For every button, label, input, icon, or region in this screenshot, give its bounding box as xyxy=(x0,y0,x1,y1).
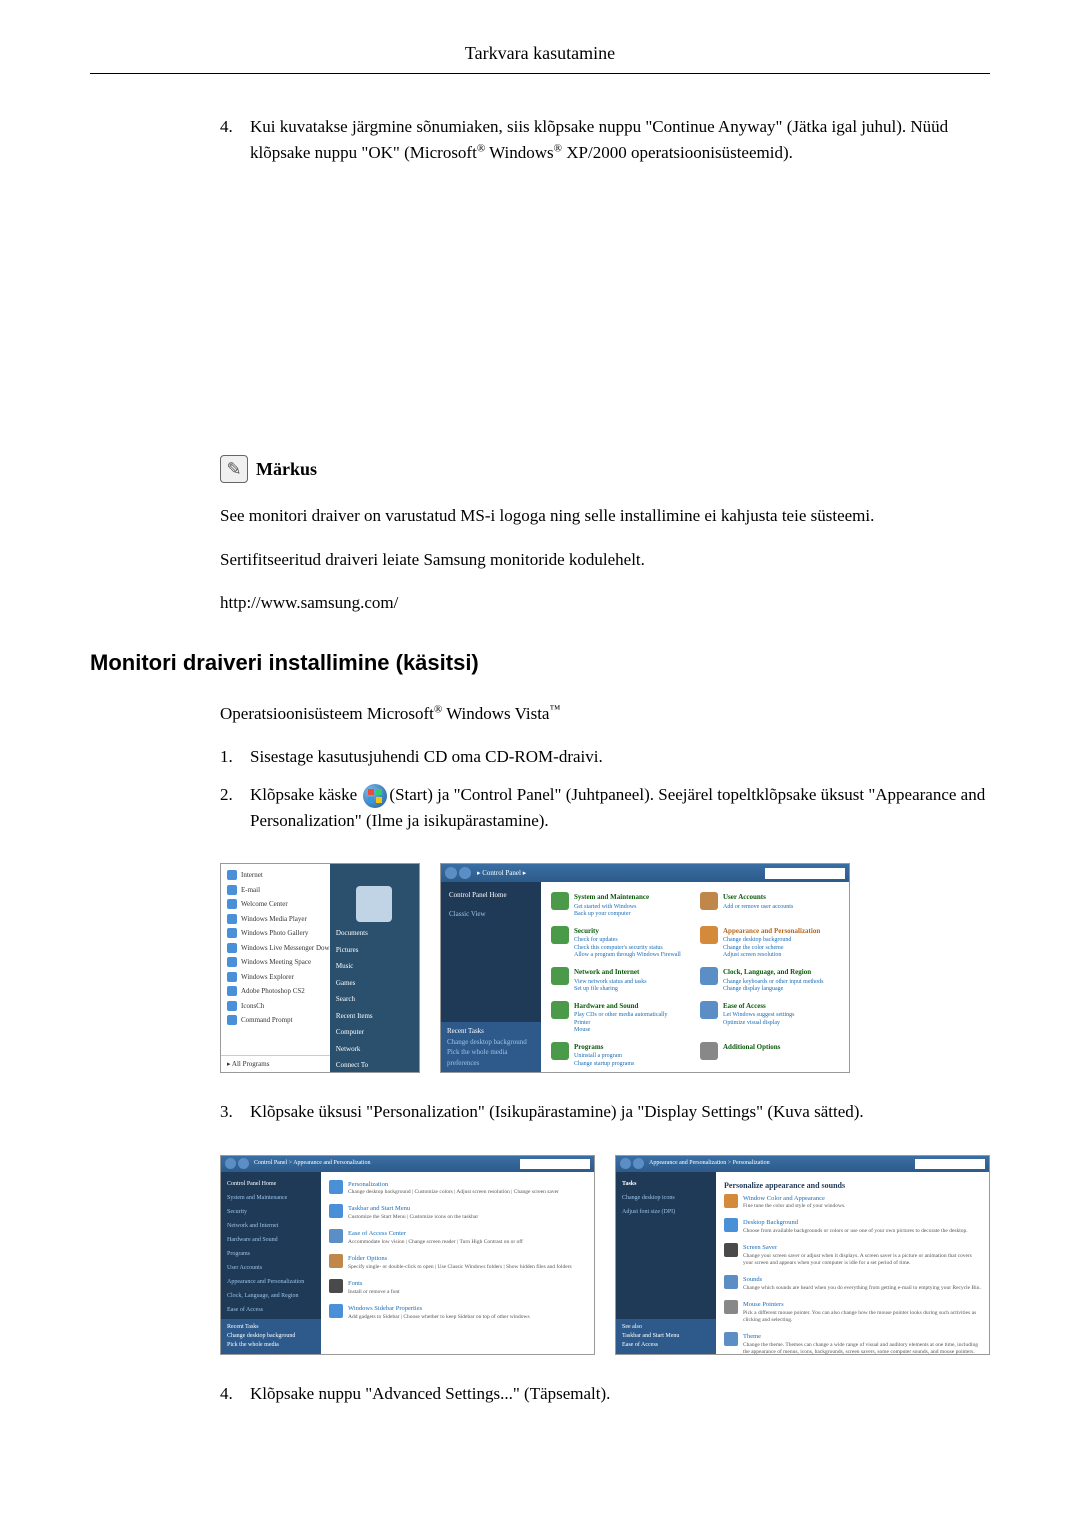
cp-category: ProgramsUninstall a program Change start… xyxy=(551,1042,690,1068)
note-title: Märkus xyxy=(256,456,317,483)
pers-category: Windows Sidebar PropertiesAdd gadgets to… xyxy=(329,1304,586,1321)
screenshot-row-1: InternetE-mailWelcome CenterWindows Medi… xyxy=(220,863,990,1073)
all-programs: ▸ All Programs xyxy=(221,1055,330,1073)
search-input xyxy=(520,1159,590,1169)
cp-category: User AccountsAdd or remove user accounts xyxy=(700,892,839,918)
pers-left-link: Appearance and Personalization xyxy=(227,1278,315,1287)
pers-category: PersonalizationChange desktop background… xyxy=(329,1180,586,1197)
forward-icon xyxy=(238,1158,249,1169)
note-section: ✎ Märkus See monitori draiver on varusta… xyxy=(220,455,990,616)
pers-left-link: Control Panel Home xyxy=(227,1180,315,1189)
os-line: Operatsioonisüsteem Microsoft® Windows V… xyxy=(220,701,990,727)
step-1: Sisestage kasutusjuhendi CD oma CD-ROM-d… xyxy=(220,744,990,770)
step-3: Klõpsake üksusi "Personalization" (Isiku… xyxy=(220,1099,990,1125)
pers-category: Taskbar and Start MenuCustomize the Star… xyxy=(329,1204,586,1221)
cp-left-header: Control Panel Home xyxy=(449,890,533,901)
pers-left-link: System and Maintenance xyxy=(227,1194,315,1203)
forward-icon xyxy=(459,867,471,879)
start-menu-right-item: Pictures xyxy=(336,945,413,956)
step-2: Klõpsake käske (Start) ja "Control Panel… xyxy=(220,782,990,834)
cp-category: Appearance and PersonalizationChange des… xyxy=(700,926,839,959)
steps-list-4: Klõpsake nuppu "Advanced Settings..." (T… xyxy=(220,1381,990,1407)
steps-list-3: Klõpsake üksusi "Personalization" (Isiku… xyxy=(220,1099,990,1125)
search-input xyxy=(915,1159,985,1169)
start-menu-right-item: Connect To xyxy=(336,1060,413,1071)
search-input xyxy=(765,868,845,879)
pers-left-link: User Accounts xyxy=(227,1264,315,1273)
pers2-item: Window Color and AppearanceFine tune the… xyxy=(724,1194,981,1211)
pers-left-link: Hardware and Sound xyxy=(227,1236,315,1245)
steps-list-main: Sisestage kasutusjuhendi CD oma CD-ROM-d… xyxy=(220,744,990,833)
avatar xyxy=(356,886,392,922)
section-title: Monitori draiveri installimine (käsitsi) xyxy=(90,646,990,679)
back-icon xyxy=(620,1158,631,1169)
start-menu-right-item: Recent Items xyxy=(336,1011,413,1022)
pers2-header: Personalize appearance and sounds xyxy=(724,1180,981,1192)
page-header: Tarkvara kasutamine xyxy=(90,40,990,74)
screenshot-personalization: Appearance and Personalization > Persona… xyxy=(615,1155,990,1355)
pers2-item: ThemeChange the theme. Themes can change… xyxy=(724,1332,981,1354)
step-list-top: Kui kuvatakse järgmine sõnumiaken, siis … xyxy=(220,114,990,165)
pers2-item: SoundsChange which sounds are heard when… xyxy=(724,1275,981,1292)
cp-recent-tasks-hdr: Recent Tasks xyxy=(447,1026,535,1037)
note-p1: See monitori draiver on varustatud MS-i … xyxy=(220,503,990,529)
pers2-left-link: Tasks xyxy=(622,1180,710,1189)
breadcrumb: Appearance and Personalization > Persona… xyxy=(646,1159,915,1168)
step-4: Kui kuvatakse järgmine sõnumiaken, siis … xyxy=(220,114,990,165)
forward-icon xyxy=(633,1158,644,1169)
start-menu-right-item: Music xyxy=(336,961,413,972)
pers-left-link: Ease of Access xyxy=(227,1306,315,1315)
cp-category: Network and InternetView network status … xyxy=(551,967,690,993)
step-4b: Klõpsake nuppu "Advanced Settings..." (T… xyxy=(220,1381,990,1407)
back-icon xyxy=(225,1158,236,1169)
screenshot-start-menu: InternetE-mailWelcome CenterWindows Medi… xyxy=(220,863,420,1073)
pers2-item: Desktop BackgroundChoose from available … xyxy=(724,1218,981,1235)
screenshot-appearance-personalization: Control Panel > Appearance and Personali… xyxy=(220,1155,595,1355)
pers2-left-link: Change desktop icons xyxy=(622,1194,710,1203)
pers1-bottom: Recent Tasks Change desktop background P… xyxy=(221,1319,321,1354)
start-menu-right-item: Search xyxy=(336,994,413,1005)
start-icon xyxy=(363,784,387,808)
screenshot-row-2: Control Panel > Appearance and Personali… xyxy=(220,1155,990,1355)
note-icon: ✎ xyxy=(220,455,248,483)
start-menu-right-item: Network xyxy=(336,1044,413,1055)
breadcrumb: ▸ Control Panel ▸ xyxy=(473,868,765,879)
cp-recent-tasks: Change desktop background Pick the whole… xyxy=(447,1037,535,1069)
pers-category: Folder OptionsSpecify single- or double-… xyxy=(329,1254,586,1271)
cp-category: Ease of AccessLet Windows suggest settin… xyxy=(700,1001,839,1034)
pers2-left-link: Adjust font size (DPI) xyxy=(622,1208,710,1217)
image-placeholder-spacer xyxy=(90,195,990,435)
pers-left-link: Security xyxy=(227,1208,315,1217)
cp-category: SecurityCheck for updates Check this com… xyxy=(551,926,690,959)
start-menu-right-item: Games xyxy=(336,978,413,989)
note-p2: Sertifitseeritud draiveri leiate Samsung… xyxy=(220,547,990,573)
pers-category: FontsInstall or remove a font xyxy=(329,1279,586,1296)
start-menu-right-item: Computer xyxy=(336,1027,413,1038)
screenshot-control-panel: ▸ Control Panel ▸ Control Panel Home Cla… xyxy=(440,863,850,1073)
pers2-item: Mouse PointersPick a different mouse poi… xyxy=(724,1300,981,1324)
pers-left-link: Programs xyxy=(227,1250,315,1259)
pers2-item: Screen SaverChange your screen saver or … xyxy=(724,1243,981,1267)
start-menu-right-item: Documents xyxy=(336,928,413,939)
cp-classic-view: Classic View xyxy=(449,909,533,920)
cp-category: Hardware and SoundPlay CDs or other medi… xyxy=(551,1001,690,1034)
back-icon xyxy=(445,867,457,879)
pers-category: Ease of Access CenterAccommodate low vis… xyxy=(329,1229,586,1246)
pers-left-link: Clock, Language, and Region xyxy=(227,1292,315,1301)
note-url: http://www.samsung.com/ xyxy=(220,590,990,616)
cp-category: Additional Options xyxy=(700,1042,839,1068)
page-title: Tarkvara kasutamine xyxy=(465,43,615,63)
cp-category: System and MaintenanceGet started with W… xyxy=(551,892,690,918)
pers2-bottom: See also Taskbar and Start Menu Ease of … xyxy=(616,1319,716,1354)
breadcrumb: Control Panel > Appearance and Personali… xyxy=(251,1159,520,1168)
pers-left-link: Network and Internet xyxy=(227,1222,315,1231)
cp-category: Clock, Language, and RegionChange keyboa… xyxy=(700,967,839,993)
